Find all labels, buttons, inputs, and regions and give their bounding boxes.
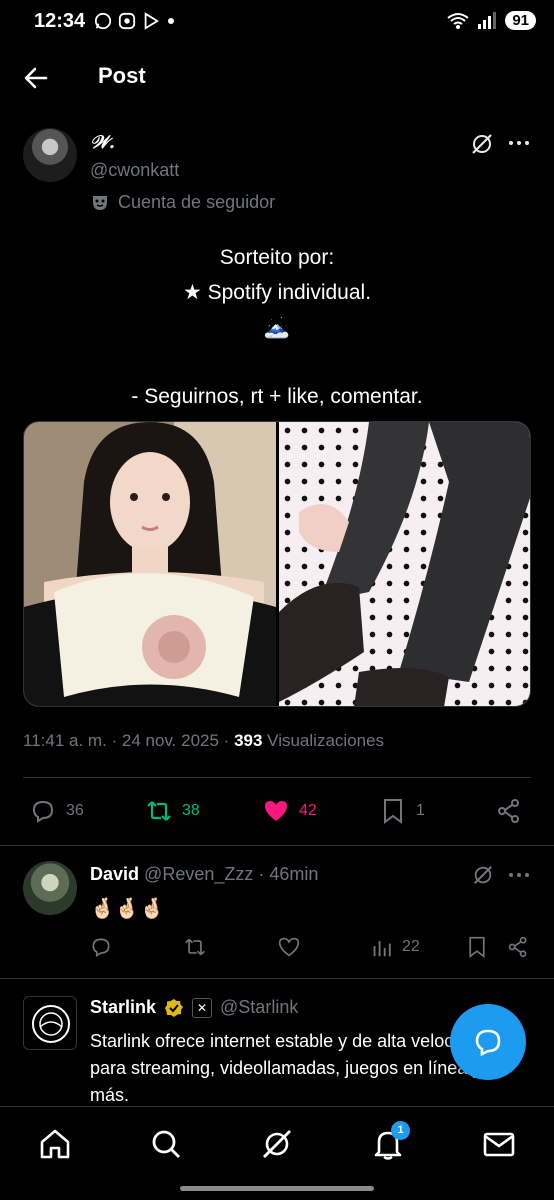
whatsapp-icon: [94, 12, 112, 30]
dot-icon: [168, 18, 174, 24]
post-line-emoji: 🗻: [263, 316, 291, 339]
reply-author-name[interactable]: David: [90, 864, 139, 884]
x-affiliate-icon: ✕: [192, 997, 213, 1018]
post-date: 24 nov. 2025: [121, 731, 219, 750]
ad-author-name[interactable]: Starlink: [90, 997, 156, 1018]
status-bar: 12:34 91: [0, 0, 554, 44]
reply-share-button[interactable]: [507, 936, 529, 958]
author-name[interactable]: 𝒲.: [90, 132, 115, 153]
reply-author-handle[interactable]: @Reven_Zzz: [144, 864, 253, 884]
ad-author-handle[interactable]: @Starlink: [220, 997, 298, 1018]
bookmark-button[interactable]: 1: [380, 798, 425, 824]
follower-account-label: Cuenta de seguidor: [90, 192, 275, 213]
back-arrow-icon[interactable]: [22, 64, 50, 92]
share-icon: [508, 936, 527, 958]
home-icon[interactable]: [38, 1127, 72, 1161]
verified-gold-icon: [165, 998, 184, 1017]
reply-icon: [32, 800, 54, 823]
post-line: ★ Spotify individual.: [182, 281, 372, 304]
post-actions: 36 38 42 1: [0, 795, 554, 829]
views-label: Visualizaciones: [267, 731, 385, 750]
reply-like-button[interactable]: [278, 936, 300, 958]
like-count: 42: [299, 802, 317, 819]
compose-reply-fab[interactable]: [450, 1004, 526, 1080]
more-options-icon[interactable]: [508, 138, 530, 148]
share-button[interactable]: [496, 798, 522, 824]
wifi-icon: [447, 12, 469, 29]
status-time: 12:34: [34, 10, 86, 32]
starlink-logo-icon: [32, 1005, 70, 1043]
views-chart-icon: [373, 941, 391, 957]
grok-icon[interactable]: [260, 1127, 294, 1161]
post-time: 11:41 a. m.: [23, 731, 107, 750]
author-avatar[interactable]: [23, 128, 77, 182]
theater-mask-icon: [93, 195, 107, 210]
share-icon: [498, 799, 519, 823]
reply-actions: 22: [0, 936, 554, 962]
post-body: Sorteito por: ★ Spotify individual. 🗻 - …: [0, 240, 554, 414]
reply-views-button[interactable]: 22: [372, 936, 420, 958]
notifications-badge: 1: [391, 1121, 410, 1140]
bookmark-count: 1: [416, 802, 425, 819]
app-icon: [118, 12, 136, 30]
reply-text: 🤞🏻🤞🏻🤞🏻: [90, 898, 165, 920]
post-line: - Seguirnos, rt + like, comentar.: [131, 385, 423, 408]
speech-bubble-icon: [475, 1029, 501, 1057]
reply-avatar[interactable]: [23, 861, 77, 915]
post-line: Sorteito por:: [219, 246, 335, 269]
repost-icon: [185, 938, 205, 956]
system-icons: 91: [447, 11, 536, 30]
portrait-illustration: [24, 422, 276, 706]
grok-icon[interactable]: [470, 132, 494, 156]
heart-icon: [265, 801, 287, 821]
reply-repost-button[interactable]: [184, 936, 206, 958]
reply-button[interactable]: 36: [30, 798, 84, 824]
repost-button[interactable]: 38: [146, 798, 200, 824]
views-count: 393: [234, 731, 263, 750]
signal-icon: [478, 11, 497, 29]
repost-count: 38: [182, 802, 200, 819]
reply-count: 36: [66, 802, 84, 819]
bookmark-icon: [469, 936, 485, 958]
divider: [23, 777, 531, 778]
post-media[interactable]: [23, 421, 531, 707]
heart-outline-icon: [278, 937, 300, 957]
mail-icon[interactable]: [482, 1127, 516, 1161]
media-photo-left[interactable]: [24, 422, 276, 706]
media-photo-right[interactable]: [279, 422, 530, 706]
reply-views-count: 22: [402, 938, 420, 955]
reply-header: David @Reven_Zzz · 46min: [90, 864, 319, 884]
page-title: Post: [98, 63, 146, 88]
search-icon[interactable]: [149, 1127, 183, 1161]
more-options-icon[interactable]: [508, 870, 530, 880]
like-button[interactable]: 42: [263, 798, 317, 824]
repost-icon: [147, 801, 171, 821]
ad-text: Starlink ofrece internet estable y de al…: [90, 1031, 488, 1105]
notification-icons: [94, 12, 176, 30]
play-icon: [144, 12, 160, 30]
battery-indicator: 91: [505, 11, 536, 30]
starlink-logo[interactable]: [23, 996, 77, 1050]
reply-age: 46min: [269, 864, 319, 884]
top-bar: Post: [0, 52, 554, 102]
divider: [0, 845, 554, 846]
reply-bookmark-button[interactable]: [466, 936, 488, 958]
gesture-bar[interactable]: [180, 1186, 374, 1191]
grok-icon[interactable]: [472, 864, 494, 886]
ad-header: Starlink ✕ @Starlink: [90, 997, 298, 1018]
post-meta: 11:41 a. m. · 24 nov. 2025 · 393 Visuali…: [23, 731, 385, 750]
divider: [0, 978, 554, 979]
reply-reply-button[interactable]: [90, 936, 112, 958]
follower-label-text: Cuenta de seguidor: [118, 192, 276, 212]
reply-icon: [92, 938, 110, 957]
bookmark-icon: [384, 799, 402, 824]
author-handle[interactable]: @cwonkatt: [90, 160, 179, 181]
legs-illustration: [279, 422, 530, 706]
